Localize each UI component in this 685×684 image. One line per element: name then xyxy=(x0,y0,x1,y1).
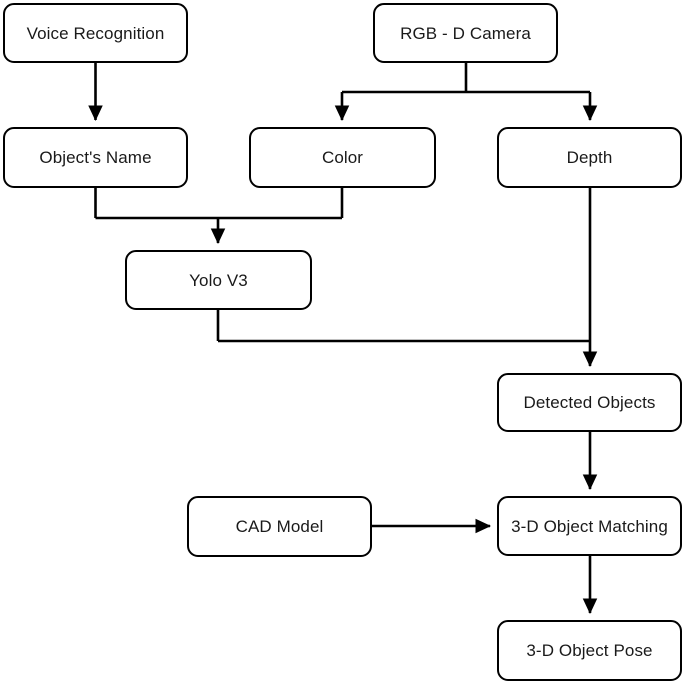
node-label: Voice Recognition xyxy=(26,23,165,43)
node-label: Depth xyxy=(566,148,613,167)
node-rgbd-camera[interactable]: RGB - D Camera xyxy=(373,3,558,63)
flowchart-canvas: Voice Recognition RGB - D Camera Object'… xyxy=(0,0,685,684)
node-label: Detected Objects xyxy=(523,393,656,412)
node-3d-object-pose[interactable]: 3-D Object Pose xyxy=(497,620,682,681)
node-detected-objects[interactable]: Detected Objects xyxy=(497,373,682,432)
node-label: CAD Model xyxy=(235,517,324,536)
node-label: RGB - D Camera xyxy=(400,23,531,43)
node-label: 3-D Object Pose xyxy=(526,641,653,660)
node-color[interactable]: Color xyxy=(249,127,436,188)
node-3d-object-matching[interactable]: 3-D Object Matching xyxy=(497,496,682,556)
node-objects-name[interactable]: Object's Name xyxy=(3,127,188,188)
node-voice-recognition[interactable]: Voice Recognition xyxy=(3,3,188,63)
node-label: Object's Name xyxy=(39,148,152,167)
node-label: 3-D Object Matching xyxy=(511,516,668,536)
node-label: Yolo V3 xyxy=(189,270,248,290)
node-label: Color xyxy=(321,148,364,167)
flowchart-edges xyxy=(88,63,598,615)
node-yolo-v3[interactable]: Yolo V3 xyxy=(125,250,312,310)
node-cad-model[interactable]: CAD Model xyxy=(187,496,372,557)
node-depth[interactable]: Depth xyxy=(497,127,682,188)
